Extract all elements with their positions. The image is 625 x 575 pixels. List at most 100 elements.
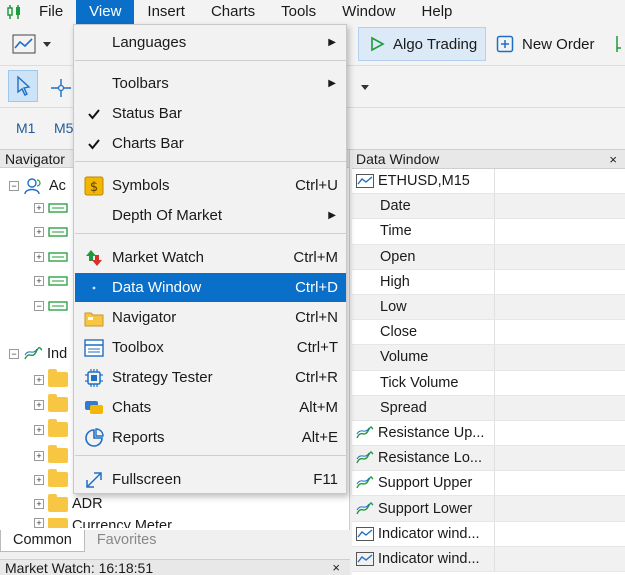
nav-account-4[interactable]: + (34, 275, 68, 287)
data-window-row[interactable]: Spread (352, 395, 625, 421)
menu-window[interactable]: Window (329, 0, 408, 24)
expand-icon[interactable]: + (34, 374, 44, 385)
nav-accounts[interactable]: − Ac (9, 177, 66, 195)
data-window-label-cell: Volume (352, 345, 495, 370)
nav-account-3[interactable]: + (34, 251, 68, 263)
menu-item-symbols[interactable]: $ Symbols Ctrl+U (75, 171, 346, 200)
collapse-icon[interactable]: − (9, 181, 19, 191)
menu-insert[interactable]: Insert (134, 0, 198, 24)
nav-folder-5[interactable]: + (34, 469, 68, 487)
menu-item-market-watch[interactable]: Market Watch Ctrl+M (75, 243, 346, 272)
menu-item-toolbox[interactable]: Toolbox Ctrl+T (75, 333, 346, 362)
menu-separator (75, 455, 346, 456)
data-window-row[interactable]: High (352, 269, 625, 295)
chart-type-button[interactable] (12, 33, 52, 55)
data-window-row[interactable]: Time (352, 219, 625, 245)
nav-account-2[interactable]: + (34, 226, 68, 238)
more-tools-dropdown[interactable] (360, 82, 370, 92)
account-server-icon (48, 227, 68, 237)
menu-charts[interactable]: Charts (198, 0, 268, 24)
cursor-button[interactable] (8, 70, 38, 102)
menu-item-charts-bar[interactable]: Charts Bar (75, 129, 346, 158)
algo-trading-button[interactable]: Algo Trading (358, 27, 486, 61)
menu-item-label: Reports (112, 429, 165, 446)
data-window-label-cell: Support Lower (352, 496, 495, 521)
nav-folder-4[interactable]: + (34, 445, 68, 463)
data-window-label-cell: Open (352, 244, 495, 269)
menu-item-label: Toolbox (112, 339, 164, 356)
data-window-title-bar: Data Window × (352, 150, 625, 169)
expand-icon[interactable]: + (34, 518, 44, 528)
menu-item-reports[interactable]: Reports Alt+E (75, 423, 346, 452)
menu-item-fullscreen[interactable]: Fullscreen F11 (75, 465, 346, 494)
nav-folder-3[interactable]: + (34, 419, 68, 437)
app-logo-icon (4, 1, 26, 23)
data-window-row[interactable]: Resistance Lo... (352, 446, 625, 472)
data-window-label: ETHUSD,M15 (378, 173, 470, 190)
expand-icon[interactable]: + (34, 499, 44, 509)
new-order-button[interactable]: New Order (496, 27, 595, 61)
nav-folder-2[interactable]: + (34, 394, 68, 412)
menu-item-toolbars[interactable]: Toolbars ▶ (75, 69, 346, 98)
expand-icon[interactable]: + (34, 424, 44, 435)
collapse-icon[interactable]: − (9, 349, 19, 359)
chart-line-icon (356, 526, 374, 541)
menu-item-label: Navigator (112, 309, 177, 326)
expand-icon[interactable]: + (34, 276, 44, 286)
nav-indicators[interactable]: − Ind (9, 346, 67, 362)
menu-item-navigator[interactable]: Navigator Ctrl+N (75, 303, 346, 332)
close-icon[interactable]: × (332, 560, 340, 575)
menu-item-languages[interactable]: Languages ▶ (75, 28, 346, 57)
expand-icon[interactable]: + (34, 252, 44, 262)
crosshair-button[interactable] (50, 78, 72, 98)
menu-item-depth-of-market[interactable]: Depth Of Market ▶ (75, 201, 346, 230)
expand-icon[interactable]: + (34, 203, 44, 213)
expand-icon[interactable]: + (34, 227, 44, 237)
tab-common[interactable]: Common (0, 530, 85, 552)
data-window-row[interactable]: ETHUSD,M15 (352, 169, 625, 195)
menu-tools[interactable]: Tools (268, 0, 329, 24)
data-window-row[interactable]: Open (352, 244, 625, 270)
menu-item-strategy-tester[interactable]: Strategy Tester Ctrl+R (75, 363, 346, 392)
data-window-row[interactable]: Indicator wind... (352, 521, 625, 547)
data-window-row[interactable]: Tick Volume (352, 370, 625, 396)
menu-item-shortcut: Alt+E (301, 429, 338, 446)
data-window-row[interactable]: Support Upper (352, 471, 625, 497)
data-window-rows: ETHUSD,M15 Date Time Open High Low Close Volume… (352, 169, 625, 572)
expand-icon[interactable]: + (34, 399, 44, 410)
menu-bar: File View Insert Charts Tools Window Hel… (0, 0, 625, 24)
data-window-row[interactable]: Date (352, 194, 625, 220)
menu-item-chats[interactable]: Chats Alt+M (75, 393, 346, 422)
menu-help[interactable]: Help (409, 0, 466, 24)
data-window-row[interactable]: Resistance Up... (352, 420, 625, 447)
data-window-row[interactable]: Close (352, 320, 625, 346)
nav-account-1[interactable]: + (34, 202, 68, 214)
menu-item-status-bar[interactable]: Status Bar (75, 99, 346, 128)
nav-account-5[interactable]: − (34, 300, 68, 312)
new-order-label: New Order (522, 35, 595, 53)
data-window-row[interactable]: Indicator wind... (352, 546, 625, 572)
expand-icon[interactable]: + (34, 450, 44, 461)
data-window-label-cell: Resistance Up... (352, 420, 495, 446)
data-window-label-cell: Spread (352, 395, 495, 420)
green-chart-icon[interactable] (612, 34, 622, 54)
tab-favorites[interactable]: Favorites (85, 530, 169, 552)
data-window-row[interactable]: Support Lower (352, 496, 625, 522)
data-window-label-cell: Indicator wind... (352, 546, 495, 571)
nav-folder-currency-meter[interactable]: + Currency Meter (34, 518, 172, 528)
indicator-icon (356, 501, 374, 516)
nav-folder-adr[interactable]: + ADR (34, 493, 103, 512)
menu-item-data-window[interactable]: Data Window Ctrl+D (75, 273, 346, 302)
expand-icon[interactable]: + (34, 474, 44, 485)
nav-folder-1[interactable]: + (34, 369, 68, 387)
collapse-icon[interactable]: − (34, 301, 44, 311)
timeframe-m5[interactable]: M5 (54, 120, 73, 136)
data-window-row[interactable]: Volume (352, 345, 625, 371)
menu-item-shortcut: F11 (313, 471, 338, 488)
timeframe-m1[interactable]: M1 (16, 120, 35, 136)
menu-view[interactable]: View (76, 0, 135, 24)
data-window-row[interactable]: Low (352, 294, 625, 321)
close-icon[interactable]: × (609, 150, 617, 169)
menu-file[interactable]: File (26, 0, 76, 24)
market-watch-title: Market Watch: 16:18:51 (5, 560, 154, 575)
